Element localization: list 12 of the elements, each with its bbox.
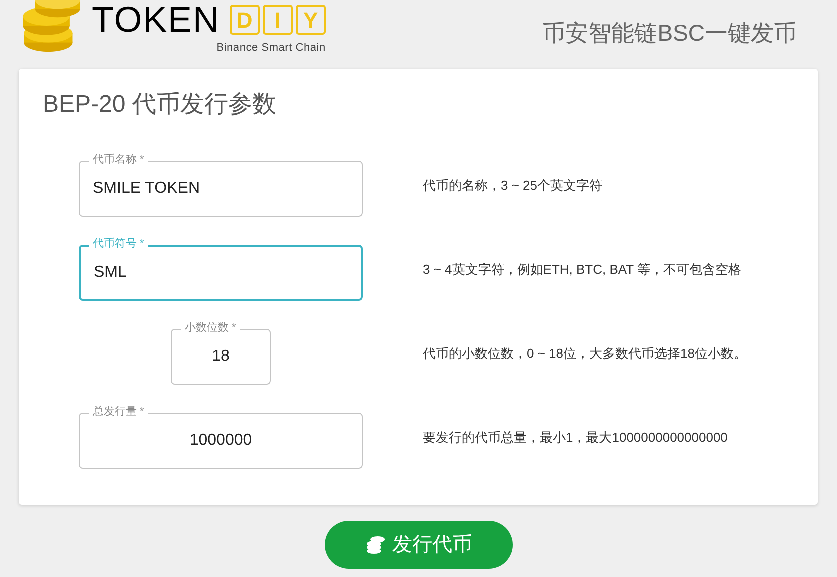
logo-letter: Y — [296, 5, 326, 35]
logo-letter: I — [262, 5, 293, 35]
tagline: 币安智能链BSC一键发币 — [542, 19, 797, 48]
logo-letter: D — [230, 5, 260, 35]
field-hint: 代币的名称，3 ~ 25个英文字符 — [423, 177, 603, 196]
field-hint: 3 ~ 4英文字符，例如ETH, BTC, BAT 等，不可包含空格 — [423, 261, 742, 280]
coins-icon — [364, 536, 386, 554]
logo-word: TOKEN — [92, 2, 220, 38]
field-hint: 要发行的代币总量，最小1，最大1000000000000000 — [423, 429, 728, 448]
form-title: BEP-20 代币发行参数 — [43, 90, 278, 120]
field-hint: 代币的小数位数，0 ~ 18位，大多数代币选择18位小数。 — [423, 345, 747, 364]
logo-subtitle: Binance Smart Chain — [216, 41, 326, 56]
